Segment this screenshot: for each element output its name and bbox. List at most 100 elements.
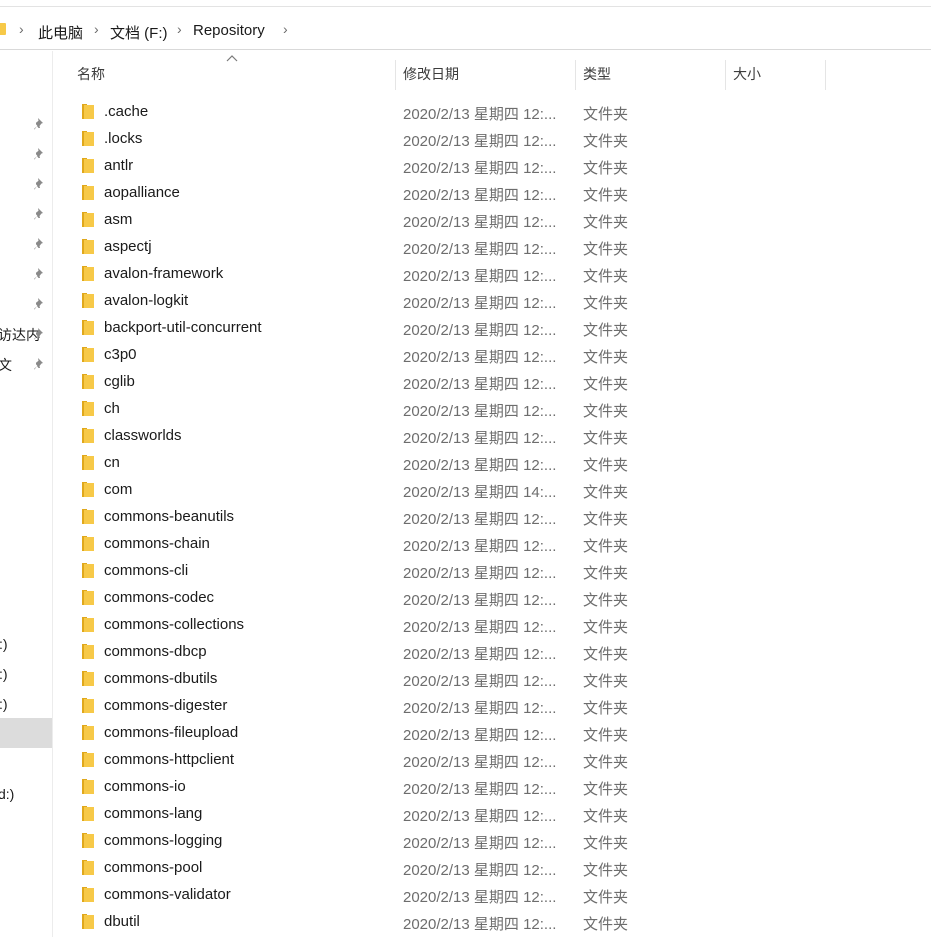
list-item[interactable]: commons-pool 2020/2/13 星期四 12:... 文件夹 bbox=[0, 855, 931, 882]
list-item[interactable]: ch 2020/2/13 星期四 12:... 文件夹 bbox=[0, 396, 931, 423]
file-date: 2020/2/13 星期四 12:... bbox=[403, 862, 557, 879]
file-date: 2020/2/13 星期四 12:... bbox=[403, 889, 557, 906]
column-divider[interactable] bbox=[725, 60, 726, 90]
folder-icon bbox=[82, 293, 94, 308]
chevron-right-icon[interactable]: › bbox=[94, 21, 99, 37]
file-name: commons-fileupload bbox=[104, 724, 239, 741]
list-item[interactable]: commons-codec 2020/2/13 星期四 12:... 文件夹 bbox=[0, 585, 931, 612]
file-date: 2020/2/13 星期四 12:... bbox=[403, 214, 557, 231]
file-name: com bbox=[104, 481, 133, 498]
file-date: 2020/2/13 星期四 12:... bbox=[403, 268, 557, 285]
column-divider[interactable] bbox=[825, 60, 826, 90]
list-item[interactable]: aspectj 2020/2/13 星期四 12:... 文件夹 bbox=[0, 234, 931, 261]
list-item[interactable]: commons-lang 2020/2/13 星期四 12:... 文件夹 bbox=[0, 801, 931, 828]
list-item[interactable]: commons-cli 2020/2/13 星期四 12:... 文件夹 bbox=[0, 558, 931, 585]
file-type: 文件夹 bbox=[583, 781, 629, 798]
list-item[interactable]: cglib 2020/2/13 星期四 12:... 文件夹 bbox=[0, 369, 931, 396]
column-header-date[interactable]: 修改日期 bbox=[403, 60, 459, 90]
column-divider[interactable] bbox=[575, 60, 576, 90]
list-item[interactable]: c3p0 2020/2/13 星期四 12:... 文件夹 bbox=[0, 342, 931, 369]
file-name: commons-logging bbox=[104, 832, 223, 849]
file-type: 文件夹 bbox=[583, 538, 629, 555]
file-date: 2020/2/13 星期四 12:... bbox=[403, 781, 557, 798]
folder-icon bbox=[82, 914, 94, 929]
list-item[interactable]: avalon-logkit 2020/2/13 星期四 12:... 文件夹 bbox=[0, 288, 931, 315]
list-item[interactable]: commons-beanutils 2020/2/13 星期四 12:... 文件夹 bbox=[0, 504, 931, 531]
folder-icon bbox=[82, 779, 94, 794]
file-type: 文件夹 bbox=[583, 268, 629, 285]
folder-icon bbox=[82, 725, 94, 740]
folder-icon bbox=[0, 23, 6, 35]
address-bar[interactable]: › 此电脑 › 文档 (F:) › Repository › bbox=[0, 12, 931, 50]
folder-icon bbox=[82, 212, 94, 227]
file-date: 2020/2/13 星期四 12:... bbox=[403, 592, 557, 609]
list-item[interactable]: cn 2020/2/13 星期四 12:... 文件夹 bbox=[0, 450, 931, 477]
folder-icon bbox=[82, 590, 94, 605]
file-date: 2020/2/13 星期四 12:... bbox=[403, 160, 557, 177]
folder-icon bbox=[82, 536, 94, 551]
file-date: 2020/2/13 星期四 12:... bbox=[403, 295, 557, 312]
file-name: aopalliance bbox=[104, 184, 180, 201]
list-item[interactable]: commons-fileupload 2020/2/13 星期四 12:... 文件… bbox=[0, 720, 931, 747]
file-date: 2020/2/13 星期四 12:... bbox=[403, 808, 557, 825]
folder-icon bbox=[82, 374, 94, 389]
sort-ascending-icon[interactable] bbox=[226, 54, 238, 62]
file-date: 2020/2/13 星期四 12:... bbox=[403, 376, 557, 393]
file-date: 2020/2/13 星期四 14:... bbox=[403, 484, 557, 501]
file-name: avalon-logkit bbox=[104, 292, 189, 309]
list-item[interactable]: dbutil 2020/2/13 星期四 12:... 文件夹 bbox=[0, 909, 931, 936]
breadcrumb-repository[interactable]: Repository bbox=[193, 22, 265, 39]
list-item[interactable]: asm 2020/2/13 星期四 12:... 文件夹 bbox=[0, 207, 931, 234]
list-item[interactable]: commons-dbutils 2020/2/13 星期四 12:... 文件夹 bbox=[0, 666, 931, 693]
file-name: commons-codec bbox=[104, 589, 215, 606]
list-item[interactable]: commons-chain 2020/2/13 星期四 12:... 文件夹 bbox=[0, 531, 931, 558]
list-item[interactable]: backport-util-concurrent 2020/2/13 星期四 12… bbox=[0, 315, 931, 342]
file-date: 2020/2/13 星期四 12:... bbox=[403, 241, 557, 258]
file-name: asm bbox=[104, 211, 133, 228]
file-date: 2020/2/13 星期四 12:... bbox=[403, 565, 557, 582]
chevron-right-icon[interactable]: › bbox=[177, 21, 182, 37]
list-item[interactable]: com 2020/2/13 星期四 14:... 文件夹 bbox=[0, 477, 931, 504]
list-item[interactable]: commons-validator 2020/2/13 星期四 12:... 文件夹 bbox=[0, 882, 931, 909]
list-item[interactable]: commons-io 2020/2/13 星期四 12:... 文件夹 bbox=[0, 774, 931, 801]
list-item[interactable]: antlr 2020/2/13 星期四 12:... 文件夹 bbox=[0, 153, 931, 180]
column-header-name[interactable]: 名称 bbox=[77, 60, 105, 90]
file-date: 2020/2/13 星期四 12:... bbox=[403, 700, 557, 717]
file-name: commons-chain bbox=[104, 535, 210, 552]
list-item[interactable]: avalon-framework 2020/2/13 星期四 12:... 文件夹 bbox=[0, 261, 931, 288]
list-item[interactable]: commons-dbcp 2020/2/13 星期四 12:... 文件夹 bbox=[0, 639, 931, 666]
file-name: classworlds bbox=[104, 427, 182, 444]
file-name: ch bbox=[104, 400, 120, 417]
breadcrumb-drive-f[interactable]: 文档 (F:) bbox=[110, 22, 168, 43]
folder-icon bbox=[82, 158, 94, 173]
column-header-type[interactable]: 类型 bbox=[583, 60, 611, 90]
folder-icon bbox=[82, 455, 94, 470]
file-type: 文件夹 bbox=[583, 754, 629, 771]
list-item[interactable]: classworlds 2020/2/13 星期四 12:... 文件夹 bbox=[0, 423, 931, 450]
file-type: 文件夹 bbox=[583, 241, 629, 258]
file-date: 2020/2/13 星期四 12:... bbox=[403, 187, 557, 204]
folder-icon bbox=[82, 887, 94, 902]
column-divider[interactable] bbox=[395, 60, 396, 90]
chevron-right-icon[interactable]: › bbox=[19, 21, 24, 37]
list-item[interactable]: commons-collections 2020/2/13 星期四 12:... 文… bbox=[0, 612, 931, 639]
list-item[interactable]: .cache 2020/2/13 星期四 12:... 文件夹 bbox=[0, 99, 931, 126]
list-item[interactable]: .locks 2020/2/13 星期四 12:... 文件夹 bbox=[0, 126, 931, 153]
chevron-right-icon[interactable]: › bbox=[283, 21, 288, 37]
file-name: commons-dbutils bbox=[104, 670, 218, 687]
list-item[interactable]: aopalliance 2020/2/13 星期四 12:... 文件夹 bbox=[0, 180, 931, 207]
file-date: 2020/2/13 星期四 12:... bbox=[403, 133, 557, 150]
list-item[interactable]: commons-httpclient 2020/2/13 星期四 12:... 文件… bbox=[0, 747, 931, 774]
folder-icon bbox=[82, 482, 94, 497]
file-name: dbutil bbox=[104, 913, 140, 930]
breadcrumb-this-pc[interactable]: 此电脑 bbox=[38, 22, 83, 43]
column-header-size[interactable]: 大小 bbox=[733, 60, 761, 90]
file-name: antlr bbox=[104, 157, 134, 174]
folder-icon bbox=[82, 752, 94, 767]
file-date: 2020/2/13 星期四 12:... bbox=[403, 349, 557, 366]
file-name: avalon-framework bbox=[104, 265, 224, 282]
file-name: .cache bbox=[104, 103, 149, 120]
list-item[interactable]: commons-logging 2020/2/13 星期四 12:... 文件夹 bbox=[0, 828, 931, 855]
file-name: cn bbox=[104, 454, 120, 471]
list-item[interactable]: commons-digester 2020/2/13 星期四 12:... 文件夹 bbox=[0, 693, 931, 720]
